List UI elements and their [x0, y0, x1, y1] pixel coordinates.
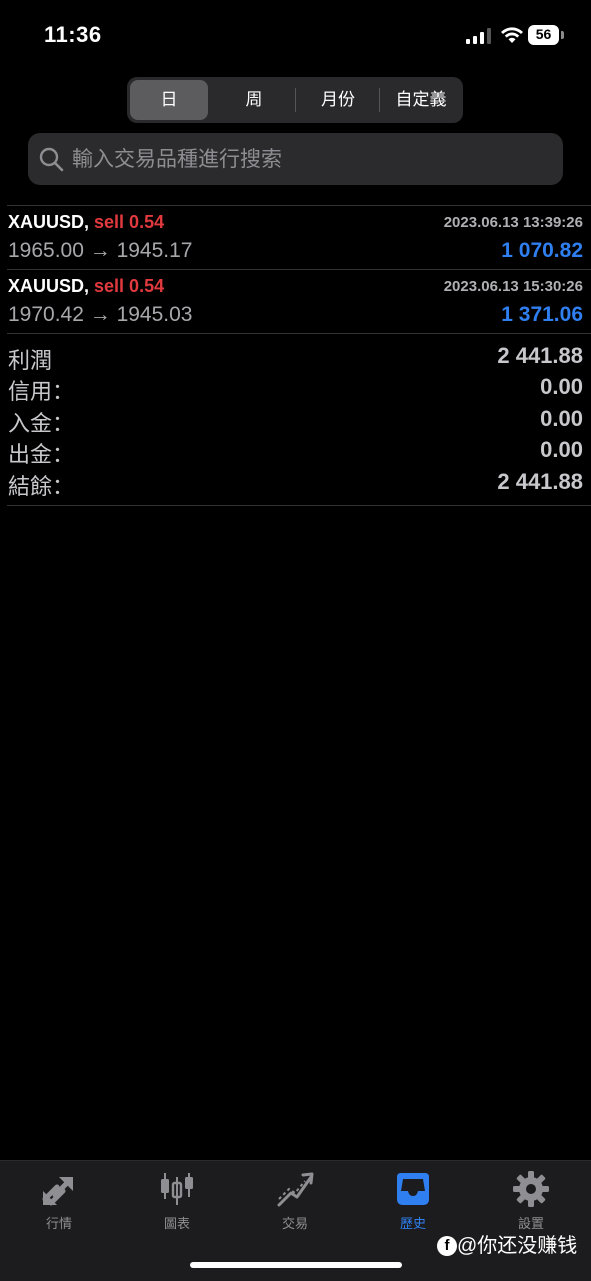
wifi-icon: [501, 27, 523, 43]
deal-side: sell 0.54: [94, 276, 165, 296]
watermark-text: @你还没赚钱: [457, 1235, 578, 1257]
period-tab-month[interactable]: 月份: [297, 80, 379, 120]
summary-value: 2 441.88: [497, 469, 583, 494]
summary-profit: 利潤 2 441.88: [0, 343, 591, 375]
deal-row[interactable]: XAUUSD, sell 0.54 2023.06.13 13:39:26 19…: [0, 206, 591, 270]
divider: [7, 505, 591, 506]
divider: [7, 333, 591, 334]
summary-balance: 結餘： 2 441.88: [0, 469, 591, 501]
deal-symbol-name: XAUUSD,: [8, 212, 90, 232]
summary-value: 0.00: [540, 406, 583, 431]
search-icon: [39, 147, 64, 172]
deal-datetime: 2023.06.13 13:39:26: [443, 214, 583, 231]
summary-value: 2 441.88: [497, 343, 583, 368]
deal-prices: 1965.00 → 1945.17: [8, 239, 193, 262]
search-input[interactable]: [70, 133, 554, 187]
trend-icon: [277, 1172, 314, 1207]
search-bar: [28, 133, 563, 187]
summary-deposit: 入金： 0.00: [0, 406, 591, 438]
summary-label: 利潤: [8, 348, 53, 373]
tab-label: 行情: [45, 1216, 72, 1231]
watermark: f @你还没赚钱: [437, 1229, 577, 1258]
summary-label: 出金：: [8, 442, 75, 467]
summary-withdrawal: 出金： 0.00: [0, 437, 591, 469]
candlestick-icon: [161, 1173, 193, 1205]
battery-level: 56: [535, 26, 552, 42]
inbox-icon: [397, 1173, 429, 1205]
facebook-icon: f: [437, 1236, 457, 1256]
period-tab-custom[interactable]: 自定義: [381, 80, 461, 120]
status-time: 11:36: [44, 22, 102, 47]
summary-label: 結餘：: [8, 474, 75, 499]
summary-label: 入金：: [8, 411, 75, 436]
summary-value: 0.00: [540, 374, 583, 399]
battery-icon: 56: [528, 25, 564, 45]
arrows-icon: [42, 1177, 73, 1206]
status-bar: 11:36 56: [0, 0, 591, 70]
period-tab-day[interactable]: 日: [130, 80, 208, 120]
deal-side: sell 0.54: [94, 212, 165, 232]
deal-profit: 1 070.82: [501, 239, 583, 262]
period-segmented-control: 日 周 月份 自定義: [127, 77, 463, 123]
period-tab-week[interactable]: 周: [213, 80, 295, 120]
deal-symbol: XAUUSD, sell 0.54: [8, 212, 164, 233]
tab-label: 交易: [281, 1216, 308, 1231]
deal-profit: 1 371.06: [501, 303, 583, 326]
segment-divider: [379, 88, 380, 112]
deal-symbol: XAUUSD, sell 0.54: [8, 276, 164, 297]
tab-label: 圖表: [163, 1216, 190, 1231]
deal-row[interactable]: XAUUSD, sell 0.54 2023.06.13 15:30:26 19…: [0, 270, 591, 334]
deal-prices: 1970.42 → 1945.03: [8, 303, 193, 326]
deal-symbol-name: XAUUSD,: [8, 276, 90, 296]
summary-label: 信用：: [8, 379, 75, 404]
gear-icon: [513, 1171, 549, 1207]
tab-charts[interactable]: 圖表: [118, 1169, 236, 1239]
deal-datetime: 2023.06.13 15:30:26: [443, 278, 583, 295]
cellular-signal-icon: [466, 28, 491, 44]
segment-divider: [295, 88, 296, 112]
summary-credit: 信用： 0.00: [0, 374, 591, 406]
summary-value: 0.00: [540, 437, 583, 462]
tab-quotes[interactable]: 行情: [0, 1169, 118, 1239]
home-indicator[interactable]: [190, 1262, 402, 1268]
tab-trade[interactable]: 交易: [236, 1169, 354, 1239]
